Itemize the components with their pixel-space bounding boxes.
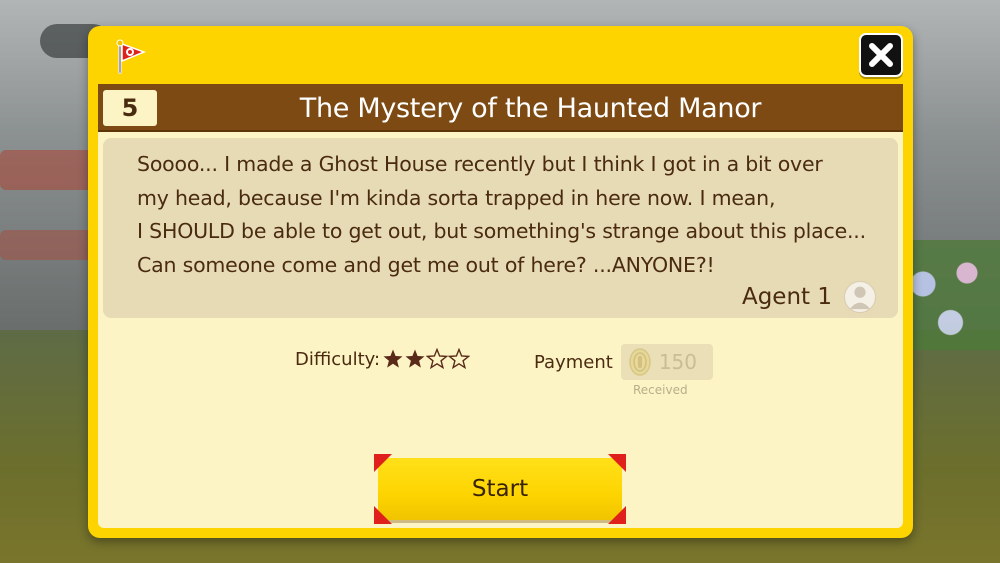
- difficulty-rating: Difficulty:: [295, 348, 471, 370]
- start-button-label: Start: [471, 476, 529, 502]
- difficulty-stars: [382, 348, 471, 370]
- flag-icon: [110, 36, 150, 76]
- payment-amount: 150: [658, 350, 697, 374]
- coin-icon: [629, 348, 651, 376]
- job-dialog: 5 The Mystery of the Haunted Manor Soooo…: [88, 26, 913, 538]
- author-info[interactable]: Agent 1: [742, 280, 876, 314]
- close-icon: [869, 43, 893, 67]
- level-title-bar: 5 The Mystery of the Haunted Manor: [98, 84, 903, 132]
- payment-box: 150: [620, 344, 713, 380]
- close-button[interactable]: [859, 33, 903, 77]
- comment-box: Soooo... I made a Ghost House recently b…: [103, 138, 898, 318]
- corner-decoration: [608, 506, 626, 524]
- corner-decoration: [374, 454, 392, 472]
- start-button[interactable]: Start: [374, 454, 626, 524]
- corner-decoration: [608, 454, 626, 472]
- star-empty-icon: [448, 348, 471, 370]
- level-title: The Mystery of the Haunted Manor: [299, 92, 762, 124]
- payment-label: Payment: [534, 351, 613, 373]
- star-filled-icon: [383, 349, 403, 368]
- corner-decoration: [374, 506, 392, 524]
- payment-info: Payment 150: [534, 344, 713, 380]
- difficulty-label: Difficulty:: [295, 348, 381, 370]
- comment-text: Soooo... I made a Ghost House recently b…: [137, 152, 866, 277]
- level-number-badge: 5: [103, 90, 157, 126]
- payment-status: Received: [633, 383, 688, 397]
- star-filled-icon: [405, 349, 425, 368]
- author-name: Agent 1: [741, 284, 832, 310]
- avatar-icon: [844, 281, 876, 313]
- star-empty-icon: [426, 348, 449, 370]
